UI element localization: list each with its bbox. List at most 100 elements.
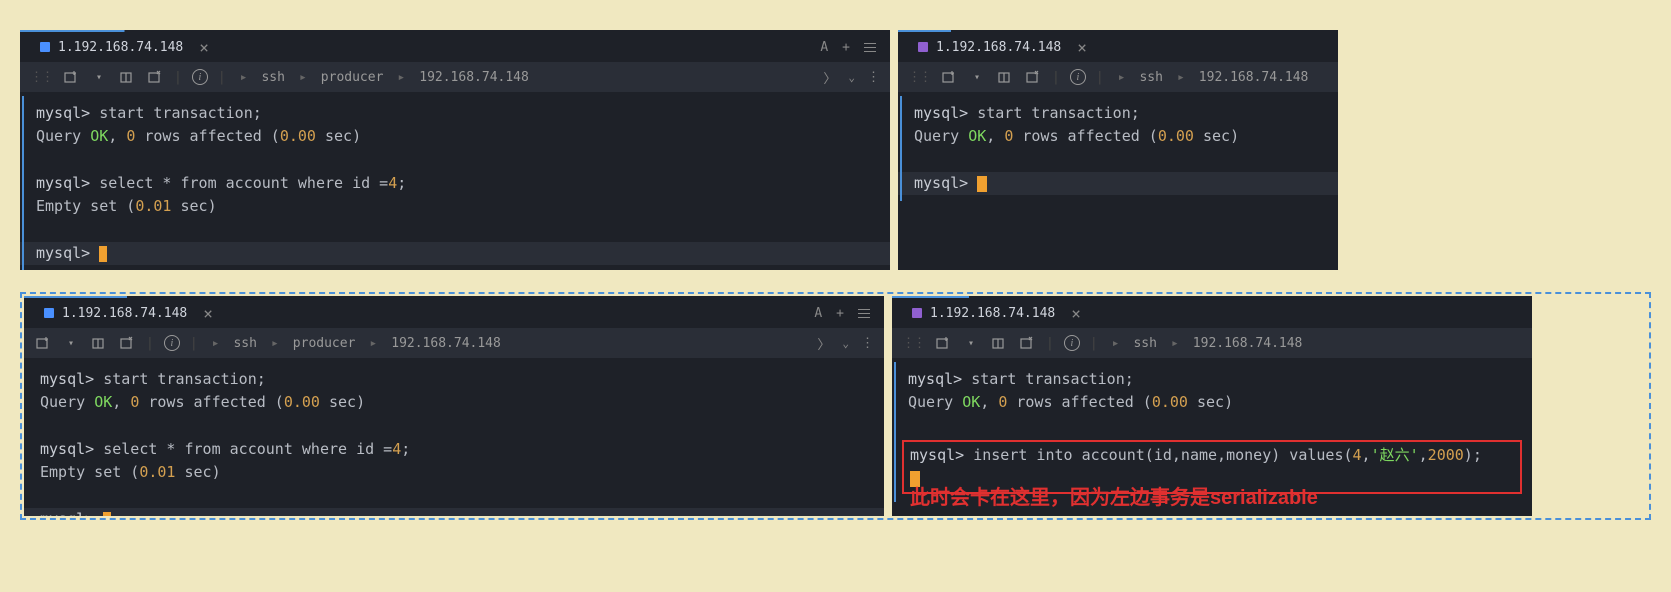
tab-color-icon bbox=[912, 308, 922, 318]
active-border bbox=[900, 96, 902, 201]
tab-label: 1.192.168.74.148 bbox=[936, 40, 1061, 55]
close-panel-icon[interactable] bbox=[1024, 68, 1042, 86]
info-icon[interactable]: i bbox=[1064, 335, 1080, 351]
terminal-line bbox=[36, 149, 874, 172]
tab-actions: A + bbox=[820, 40, 882, 55]
letter-a-indicator[interactable]: A bbox=[814, 306, 822, 321]
separator: | bbox=[146, 336, 154, 351]
new-tab-plus-icon[interactable] bbox=[940, 68, 958, 86]
close-icon[interactable]: × bbox=[1071, 304, 1081, 323]
info-icon[interactable]: i bbox=[192, 69, 208, 85]
close-panel-icon[interactable] bbox=[118, 334, 136, 352]
tab-label: 1.192.168.74.148 bbox=[62, 306, 187, 321]
terminal-panel-left-2: 1.192.168.74.148 × A + ▾ | i | ▸ bbox=[24, 296, 884, 516]
chevron-down-icon[interactable]: ▾ bbox=[968, 68, 986, 86]
grip-icon: ⋮⋮ bbox=[908, 70, 930, 85]
separator: | bbox=[190, 336, 198, 351]
breadcrumb-segment[interactable]: 192.168.74.148 bbox=[391, 336, 501, 351]
terminal-line: mysql> bbox=[24, 508, 884, 517]
terminal-line bbox=[908, 415, 1516, 438]
tab-item[interactable]: 1.192.168.74.148 × bbox=[32, 298, 225, 328]
terminal-line: mysql> bbox=[898, 172, 1338, 195]
terminal-line: mysql> start transaction; bbox=[908, 368, 1516, 391]
tab-actions: A + bbox=[814, 306, 876, 321]
terminal-line bbox=[36, 218, 874, 241]
terminal-line bbox=[40, 415, 868, 438]
tab-label: 1.192.168.74.148 bbox=[58, 40, 183, 55]
chevron-right-icon: ▸ bbox=[271, 336, 279, 351]
tab-color-icon bbox=[40, 42, 50, 52]
grip-icon: ⋮⋮ bbox=[902, 336, 924, 351]
breadcrumb-segment[interactable]: ssh bbox=[261, 70, 284, 85]
kebab-icon[interactable]: ⋮ bbox=[861, 336, 874, 351]
menu-icon[interactable] bbox=[864, 43, 876, 52]
terminal-line: mysql> bbox=[20, 242, 890, 265]
terminal-output[interactable]: mysql> start transaction; Query OK, 0 ro… bbox=[20, 92, 890, 270]
close-icon[interactable]: × bbox=[1077, 38, 1087, 57]
terminal-line: Empty set (0.01 sec) bbox=[40, 461, 868, 484]
row-1: 1.192.168.74.148 × A + ⋮⋮ ▾ | i | bbox=[20, 30, 1651, 270]
plus-icon[interactable]: + bbox=[842, 40, 850, 55]
breadcrumb-segment[interactable]: 192.168.74.148 bbox=[1199, 70, 1309, 85]
toolbar: ⋮⋮ ▾ | i | ▸ ssh ▸ 192.168.74.148 bbox=[898, 62, 1338, 92]
separator: | bbox=[218, 70, 226, 85]
split-icon[interactable] bbox=[996, 68, 1014, 86]
close-icon[interactable]: × bbox=[203, 304, 213, 323]
toolbar: ⋮⋮ ▾ | i | ▸ ssh ▸ producer ▸ 192.168.74… bbox=[20, 62, 890, 92]
row-2: 1.192.168.74.148 × A + ▾ | i | ▸ bbox=[20, 292, 1651, 520]
info-icon[interactable]: i bbox=[164, 335, 180, 351]
split-icon[interactable] bbox=[118, 68, 136, 86]
separator: | bbox=[174, 70, 182, 85]
info-icon[interactable]: i bbox=[1070, 69, 1086, 85]
breadcrumb-segment[interactable]: ssh bbox=[1139, 70, 1162, 85]
terminal-line: Query OK, 0 rows affected (0.00 sec) bbox=[908, 391, 1516, 414]
chevron-right-icon[interactable]: 〉 bbox=[823, 68, 836, 87]
tab-color-icon bbox=[918, 42, 928, 52]
tab-bar: 1.192.168.74.148 × A + bbox=[20, 32, 890, 62]
breadcrumb-segment[interactable]: ssh bbox=[233, 336, 256, 351]
breadcrumb-segment[interactable]: ssh bbox=[1133, 336, 1156, 351]
breadcrumb-segment[interactable]: producer bbox=[293, 336, 356, 351]
breadcrumb-segment[interactable]: 192.168.74.148 bbox=[419, 70, 529, 85]
toolbar: ⋮⋮ ▾ | i | ▸ ssh ▸ 192.168.74.148 bbox=[892, 328, 1532, 358]
chevron-down-icon[interactable]: ▾ bbox=[62, 334, 80, 352]
kebab-icon[interactable]: ⋮ bbox=[867, 70, 880, 85]
chevron-down-icon[interactable]: ▾ bbox=[90, 68, 108, 86]
separator: | bbox=[1052, 70, 1060, 85]
chevron-right-icon[interactable]: 〉 bbox=[817, 334, 830, 353]
terminal-line bbox=[914, 149, 1322, 172]
menu-icon[interactable] bbox=[858, 309, 870, 318]
terminal-output[interactable]: mysql> start transaction; Query OK, 0 ro… bbox=[24, 358, 884, 516]
terminal-line: mysql> insert into account(id,name,money… bbox=[910, 444, 1514, 467]
breadcrumb-segment[interactable]: producer bbox=[321, 70, 384, 85]
terminal-line: Query OK, 0 rows affected (0.00 sec) bbox=[914, 125, 1322, 148]
tab-item[interactable]: 1.192.168.74.148 × bbox=[906, 32, 1099, 62]
new-tab-plus-icon[interactable] bbox=[62, 68, 80, 86]
new-tab-plus-icon[interactable] bbox=[934, 334, 952, 352]
tab-item[interactable]: 1.192.168.74.148 × bbox=[28, 32, 221, 62]
terminal-line: mysql> select * from account where id =4… bbox=[40, 438, 868, 461]
terminal-panel-left-1: 1.192.168.74.148 × A + ⋮⋮ ▾ | i | bbox=[20, 30, 890, 270]
chevron-down-icon[interactable]: ▾ bbox=[962, 334, 980, 352]
new-tab-plus-icon[interactable] bbox=[34, 334, 52, 352]
terminal-output[interactable]: mysql> start transaction; Query OK, 0 ro… bbox=[898, 92, 1338, 205]
close-icon[interactable]: × bbox=[199, 38, 209, 57]
breadcrumb-segment[interactable]: 192.168.74.148 bbox=[1193, 336, 1303, 351]
cursor-icon bbox=[99, 246, 107, 262]
plus-icon[interactable]: + bbox=[836, 306, 844, 321]
separator: | bbox=[1090, 336, 1098, 351]
terminal-line: mysql> start transaction; bbox=[914, 102, 1322, 125]
active-border bbox=[894, 362, 896, 502]
terminal-line: mysql> select * from account where id =4… bbox=[36, 172, 874, 195]
chevron-down-icon[interactable]: ⌄ bbox=[848, 71, 855, 84]
tab-item[interactable]: 1.192.168.74.148 × bbox=[900, 298, 1093, 328]
separator: | bbox=[1096, 70, 1104, 85]
split-icon[interactable] bbox=[990, 334, 1008, 352]
cursor-icon bbox=[103, 512, 111, 517]
chevron-down-icon[interactable]: ⌄ bbox=[842, 337, 849, 350]
close-panel-icon[interactable] bbox=[146, 68, 164, 86]
close-panel-icon[interactable] bbox=[1018, 334, 1036, 352]
letter-a-indicator[interactable]: A bbox=[820, 40, 828, 55]
split-icon[interactable] bbox=[90, 334, 108, 352]
chevron-right-icon: ▸ bbox=[1118, 70, 1126, 85]
